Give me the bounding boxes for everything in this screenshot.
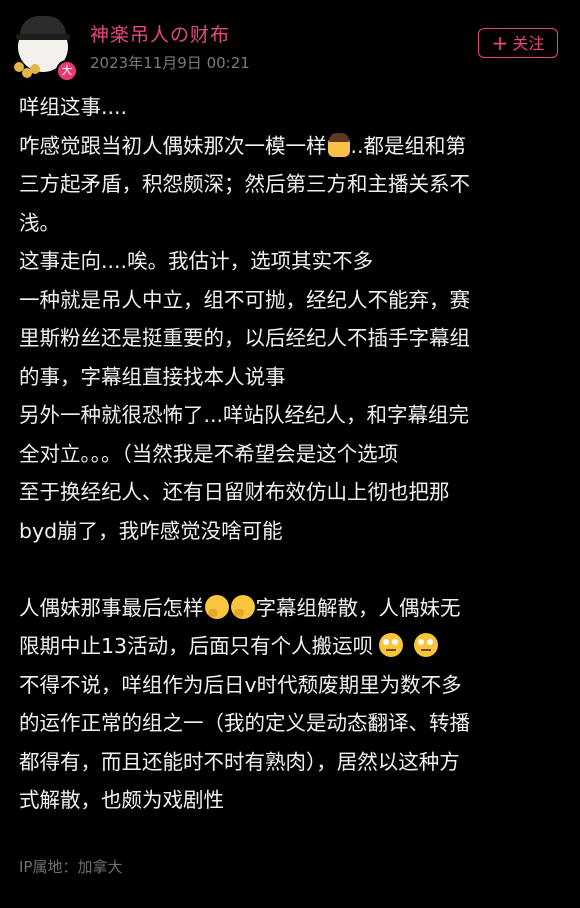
post-body: 咩组这事.... 咋感觉跟当初人偶妹那次一模一样 ..都是组和第 三方起矛盾，积怨… xyxy=(19,88,567,820)
text-line: 的事，字幕组直接找本人说事 xyxy=(19,364,286,389)
avatar-badge: 大 xyxy=(56,60,78,82)
follow-button[interactable]: + 关注 xyxy=(478,28,558,58)
text-segment: ..都是组和第 xyxy=(350,133,467,158)
text-line: 不得不说，咩组作为后日v时代颓废期里为数不多 xyxy=(19,672,462,697)
eye-roll-emoji-icon xyxy=(414,633,439,657)
text-segment: 限期中止13活动，后面只有个人搬运呗 xyxy=(19,634,374,658)
avatar-hat-brim-icon xyxy=(16,34,70,40)
thinking-emoji-icon xyxy=(230,594,255,619)
text-line: 一种就是吊人中立，组不可抛，经纪人不能弃，赛 xyxy=(19,287,470,312)
text-line: 这事走向....唉。我估计，选项其实不多 xyxy=(19,249,374,273)
text-line: byd崩了，我咋感觉没啥可能 xyxy=(19,518,283,543)
text-line: 咋感觉跟当初人偶妹那次一模一样 ..都是组和第 xyxy=(19,127,567,166)
text-line: 里斯粉丝还是挺重要的，以后经纪人不插手字幕组 xyxy=(19,326,470,350)
thinking-emoji-icon xyxy=(204,594,229,619)
text-line: 式解散，也颇为戏剧性 xyxy=(19,788,224,812)
eye-roll-emoji-icon xyxy=(379,633,404,657)
text-segment: 人偶妹那事最后怎样 xyxy=(19,595,204,620)
text-line: 浅。 xyxy=(19,210,60,235)
plus-icon: + xyxy=(491,31,509,55)
post-timestamp: 2023年11月9日 00:21 xyxy=(90,54,250,72)
avatar[interactable]: 大 xyxy=(12,14,78,82)
text-line: 全对立。。。（当然我是不希望会是这个选项 xyxy=(19,441,399,466)
text-line: 咩组这事.... xyxy=(19,95,128,119)
text-segment: 咋感觉跟当初人偶妹那次一模一样 xyxy=(19,133,327,158)
post-header: 大 神楽吊人の财布 2023年11月9日 00:21 + 关注 xyxy=(0,0,580,82)
ip-location: IP属地：加拿大 xyxy=(19,858,123,876)
text-line: 限期中止13活动，后面只有个人搬运呗 xyxy=(19,627,567,666)
follow-label: 关注 xyxy=(512,34,545,53)
text-line: 都得有，而且还能时不时有熟肉），居然以这种方 xyxy=(19,749,460,774)
author-name[interactable]: 神楽吊人の财布 xyxy=(90,20,230,47)
text-line: 的运作正常的组之一（我的定义是动态翻译、转播 xyxy=(19,711,470,735)
text-segment: 字幕组解散，人偶妹无 xyxy=(255,595,461,620)
text-line: 三方起矛盾，积怨颇深；然后第三方和主播关系不 xyxy=(19,172,470,196)
text-line: 另外一种就很恐怖了...咩站队经纪人，和字幕组完 xyxy=(19,403,470,427)
coin-icon xyxy=(30,64,40,74)
text-line: 人偶妹那事最后怎样 字幕组解散，人偶妹无 xyxy=(19,589,567,628)
facepalm-emoji-icon xyxy=(327,132,350,157)
text-line: 至于换经纪人、还有日留财布效仿山上彻也把那 xyxy=(19,480,450,504)
